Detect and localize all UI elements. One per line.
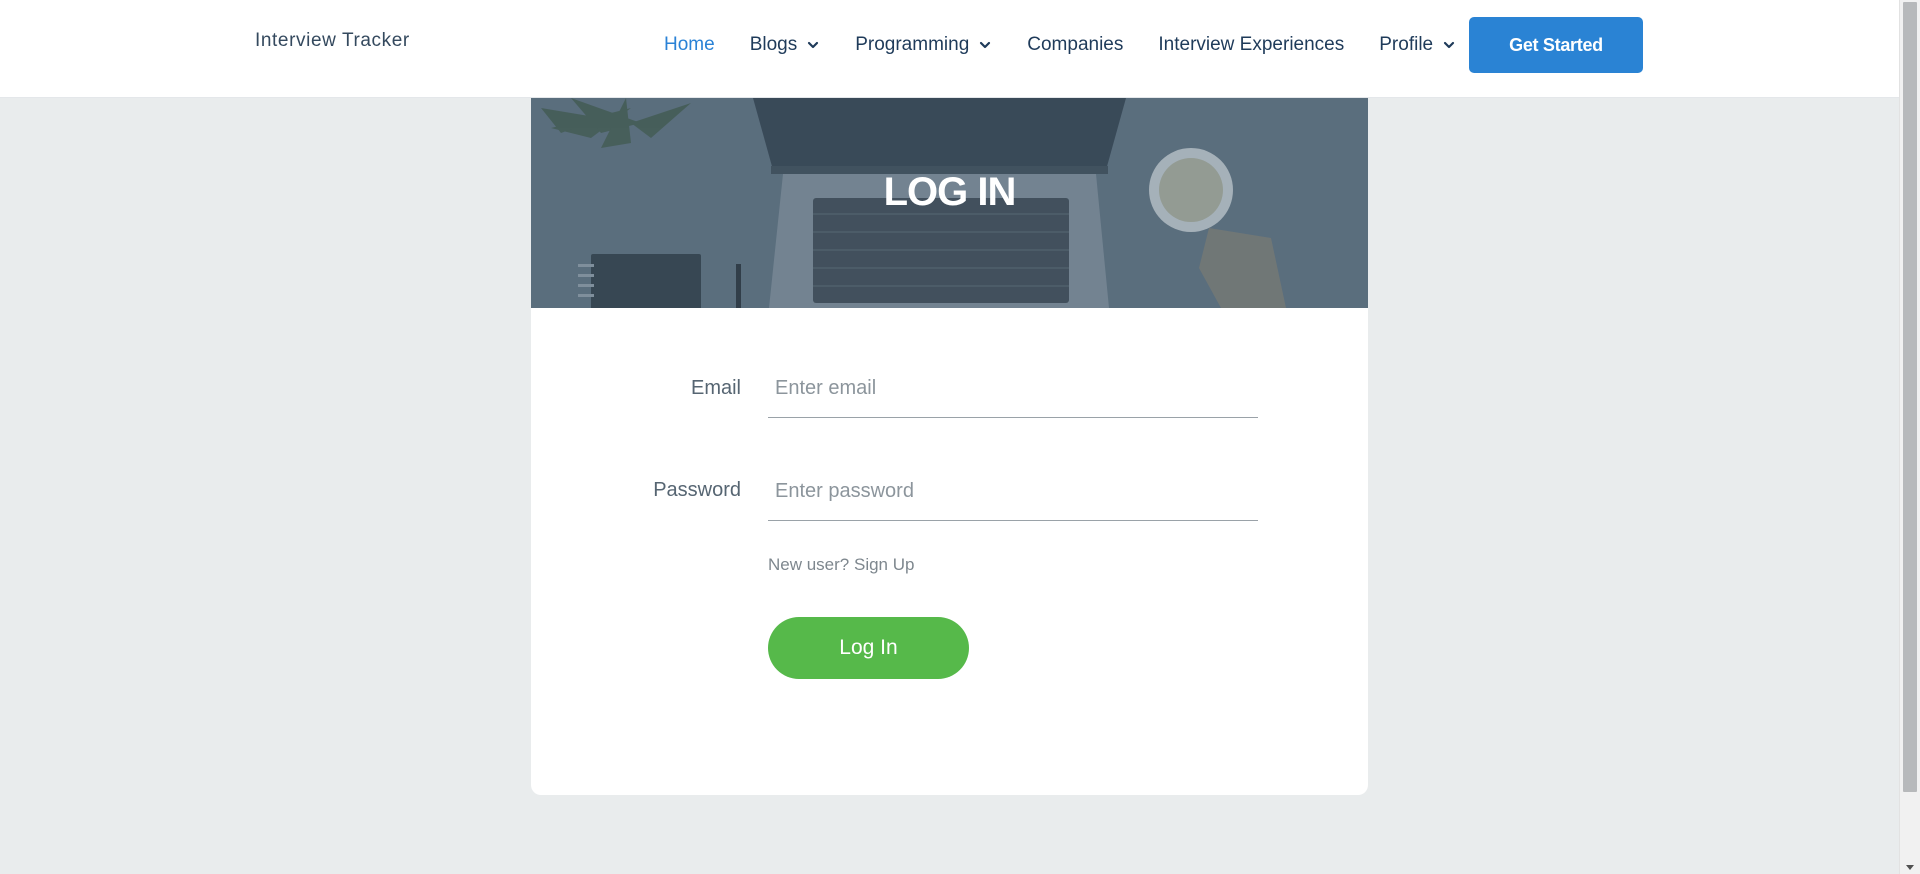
nav-item-label: Blogs (749, 34, 798, 55)
page-title: LOG IN (883, 170, 1017, 214)
nav-item-interview-experiences[interactable]: Interview Experiences (1158, 34, 1344, 56)
nav-item-label: Programming (855, 34, 970, 55)
chevron-down-icon (1442, 38, 1456, 52)
nav-item-label: Profile (1379, 34, 1434, 55)
brand-logo-text[interactable]: Interview Tracker (255, 30, 410, 52)
email-field[interactable] (768, 360, 1258, 418)
login-button[interactable]: Log In (768, 617, 969, 679)
nav-item-label: Companies (1027, 34, 1124, 55)
nav-item-companies[interactable]: Companies (1027, 34, 1123, 56)
chevron-down-icon (978, 38, 992, 52)
nav-item-label: Home (664, 34, 715, 55)
hero-banner: LOG IN (531, 98, 1368, 308)
nav-item-label: Interview Experiences (1158, 34, 1345, 55)
nav-item-profile[interactable]: Profile (1379, 34, 1456, 56)
nav-item-home[interactable]: Home (664, 34, 715, 56)
main-nav: Home Blogs Programming Companies Intervi… (664, 30, 1491, 60)
signup-link[interactable]: New user? Sign Up (768, 555, 914, 575)
top-navbar: Interview Tracker Home Blogs Programming… (0, 0, 1899, 98)
nav-item-programming[interactable]: Programming (855, 34, 992, 56)
email-label: Email (690, 377, 741, 399)
scroll-down-arrow-icon[interactable] (1906, 865, 1914, 870)
password-field[interactable] (768, 463, 1258, 521)
login-card: LOG IN Email Password New user? Sign Up … (531, 98, 1368, 795)
password-label: Password (653, 479, 741, 501)
chevron-down-icon (806, 38, 820, 52)
get-started-button[interactable]: Get Started (1469, 17, 1643, 73)
nav-item-blogs[interactable]: Blogs (750, 34, 821, 56)
scrollbar-thumb[interactable] (1903, 2, 1917, 792)
page-scrollbar[interactable] (1899, 0, 1920, 874)
